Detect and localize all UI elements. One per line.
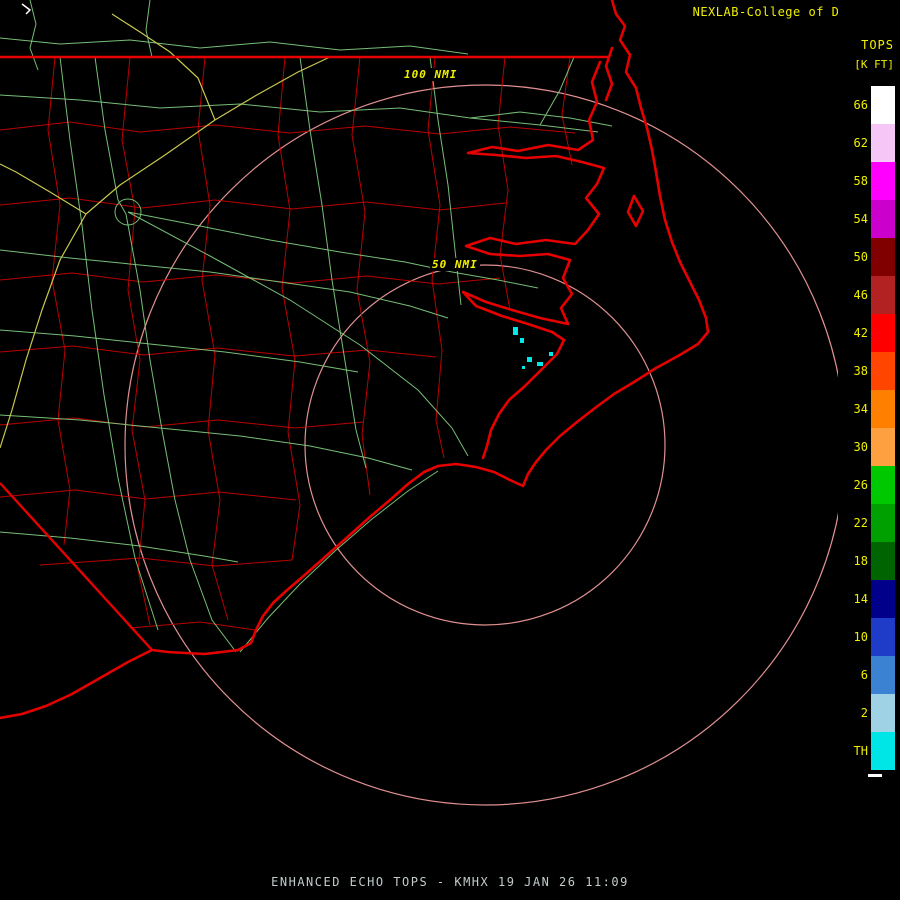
legend-band-label: 10 [853, 630, 868, 644]
radar-display: 100 NMI 50 NMI NEXLAB-College of DuPage … [0, 0, 900, 900]
legend-band: 38 [844, 352, 895, 390]
legend-band: 6 [844, 656, 895, 694]
legend-band: TH [844, 732, 895, 770]
legend-band-label: 30 [853, 440, 868, 454]
county-lines [0, 56, 576, 631]
legend-band: 66 [844, 86, 895, 124]
legend-band: 58 [844, 162, 895, 200]
legend-band: 14 [844, 580, 895, 618]
legend-band: 42 [844, 314, 895, 352]
map-artifact [21, 3, 32, 15]
legend-band-label: 38 [853, 364, 868, 378]
legend-band: 22 [844, 504, 895, 542]
radar-echo-cell [522, 366, 525, 369]
legend-band-swatch [871, 732, 895, 770]
legend-band: 50 [844, 238, 895, 276]
legend-title: TOPS [861, 38, 894, 52]
legend-band-swatch [871, 542, 895, 580]
legend-band-swatch [871, 86, 895, 124]
legend-band-label: 34 [853, 402, 868, 416]
radar-echo-cell [537, 362, 543, 366]
legend-bands: 66 62 58 54 50 46 42 38 34 30 26 22 18 14 10 6 2 TH [844, 86, 895, 770]
legend-band-swatch [871, 162, 895, 200]
legend-band-swatch [871, 428, 895, 466]
legend-band: 62 [844, 124, 895, 162]
legend-band-swatch [871, 352, 895, 390]
legend-band: 18 [844, 542, 895, 580]
range-rings [124, 84, 846, 806]
legend-band: 34 [844, 390, 895, 428]
ring-label-100nmi: 100 NMI [402, 68, 460, 81]
legend-band-swatch [871, 618, 895, 656]
legend-band: 26 [844, 466, 895, 504]
legend-sidebar: TOPS [K FT] 66 62 58 54 50 46 42 38 34 30 26 22 18 14… [838, 0, 900, 900]
legend-band-swatch [871, 580, 895, 618]
legend-band-swatch [871, 314, 895, 352]
legend-band-label: 18 [853, 554, 868, 568]
legend-band-swatch [871, 124, 895, 162]
roads-green [0, 0, 613, 653]
legend-band: 30 [844, 428, 895, 466]
radar-echo-cell [513, 327, 518, 335]
radar-echo-cell [520, 338, 524, 343]
threshold-tick [868, 774, 882, 777]
legend-band-label: 46 [853, 288, 868, 302]
legend-band: 54 [844, 200, 895, 238]
legend-band-label: 58 [853, 174, 868, 188]
radar-echo-cell [527, 357, 532, 362]
radar-echo-cell [549, 352, 553, 356]
legend-band: 2 [844, 694, 895, 732]
legend-band-label: 22 [853, 516, 868, 530]
legend-band-label: 6 [860, 668, 868, 682]
legend-band-label: 26 [853, 478, 868, 492]
legend-band-swatch [871, 276, 895, 314]
legend-band-swatch [871, 390, 895, 428]
legend-band-label: 62 [853, 136, 868, 150]
legend-band-label: 2 [860, 706, 868, 720]
legend-band-swatch [871, 238, 895, 276]
roads-yellow [0, 13, 331, 449]
legend-band-swatch [871, 504, 895, 542]
legend-units: [K FT] [854, 58, 894, 71]
coastline [0, 0, 710, 720]
radar-map [0, 0, 846, 806]
legend-band: 46 [844, 276, 895, 314]
legend-band-label: TH [853, 744, 868, 758]
ring-label-50nmi: 50 NMI [430, 258, 480, 271]
legend-band-swatch [871, 200, 895, 238]
legend-band-label: 66 [853, 98, 868, 112]
legend-band-swatch [871, 466, 895, 504]
legend-band-swatch [871, 694, 895, 732]
legend-band-label: 42 [853, 326, 868, 340]
legend-band: 10 [844, 618, 895, 656]
legend-band-label: 50 [853, 250, 868, 264]
legend-band-swatch [871, 656, 895, 694]
legend-band-label: 14 [853, 592, 868, 606]
legend-band-label: 54 [853, 212, 868, 226]
footer-caption: ENHANCED ECHO TOPS - KMHX 19 JAN 26 11:0… [271, 875, 629, 889]
